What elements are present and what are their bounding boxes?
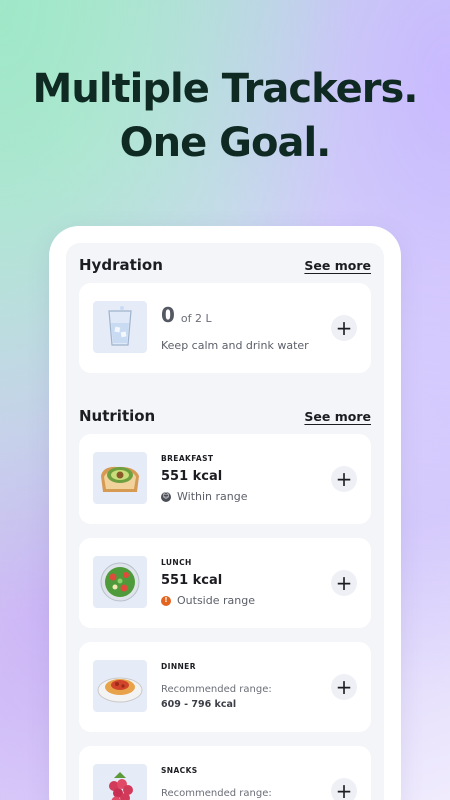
lunch-card[interactable]: LUNCH 551 kcal ! Outside range + — [79, 538, 371, 628]
meal-name: BREAKFAST — [161, 454, 214, 463]
app-screen: Hydration See more 0 of 2 L Keep calm an… — [66, 243, 384, 800]
raspberry-icon — [93, 764, 147, 800]
nutrition-header: Nutrition See more — [79, 404, 371, 428]
meal-kcal: 551 kcal — [161, 469, 223, 484]
hydration-card[interactable]: 0 of 2 L Keep calm and drink water + — [79, 283, 371, 373]
headline: Multiple Trackers. One Goal. — [0, 62, 450, 170]
nutrition-see-more-link[interactable]: See more — [304, 409, 371, 424]
headline-line-2: One Goal. — [119, 120, 332, 166]
snacks-card[interactable]: SNACKS Recommended range: + — [79, 746, 371, 800]
meal-kcal: 551 kcal — [161, 573, 223, 588]
pasta-plate-icon — [93, 660, 147, 712]
recommended-range-value: 609 - 796 kcal — [161, 699, 237, 710]
dinner-add-button[interactable]: + — [331, 674, 357, 700]
headline-line-1: Multiple Trackers. — [32, 66, 419, 112]
breakfast-add-button[interactable]: + — [331, 466, 357, 492]
warning-icon: ! — [161, 595, 171, 606]
hydration-see-more-link[interactable]: See more — [304, 258, 371, 273]
avocado-toast-icon — [93, 452, 147, 504]
lunch-add-button[interactable]: + — [331, 570, 357, 596]
recommended-range-label: Recommended range: — [161, 788, 272, 799]
phone-frame: Hydration See more 0 of 2 L Keep calm an… — [49, 226, 401, 800]
recommended-range-label: Recommended range: — [161, 684, 272, 695]
water-glass-icon — [93, 301, 147, 353]
hydration-amount: 0 of 2 L — [161, 303, 212, 327]
breakfast-card[interactable]: BREAKFAST 551 kcal ☺ Within range + — [79, 434, 371, 524]
snacks-add-button[interactable]: + — [331, 778, 357, 800]
hydration-title: Hydration — [79, 256, 163, 274]
meal-name: DINNER — [161, 662, 196, 671]
hydration-header: Hydration See more — [79, 253, 371, 277]
meal-name: LUNCH — [161, 558, 192, 567]
meal-status: ! Outside range — [161, 594, 255, 607]
salad-bowl-icon — [93, 556, 147, 608]
dinner-card[interactable]: DINNER Recommended range: 609 - 796 kcal… — [79, 642, 371, 732]
meal-status-label: Within range — [177, 490, 248, 503]
hydration-goal: of 2 L — [180, 312, 212, 325]
hydration-amount-value: 0 — [161, 303, 175, 327]
meal-status-label: Outside range — [177, 594, 255, 607]
hydration-tip: Keep calm and drink water — [161, 339, 309, 352]
smiley-icon: ☺ — [161, 491, 171, 502]
meal-name: SNACKS — [161, 766, 198, 775]
meal-status: ☺ Within range — [161, 490, 248, 503]
hydration-add-button[interactable]: + — [331, 315, 357, 341]
nutrition-title: Nutrition — [79, 407, 156, 425]
